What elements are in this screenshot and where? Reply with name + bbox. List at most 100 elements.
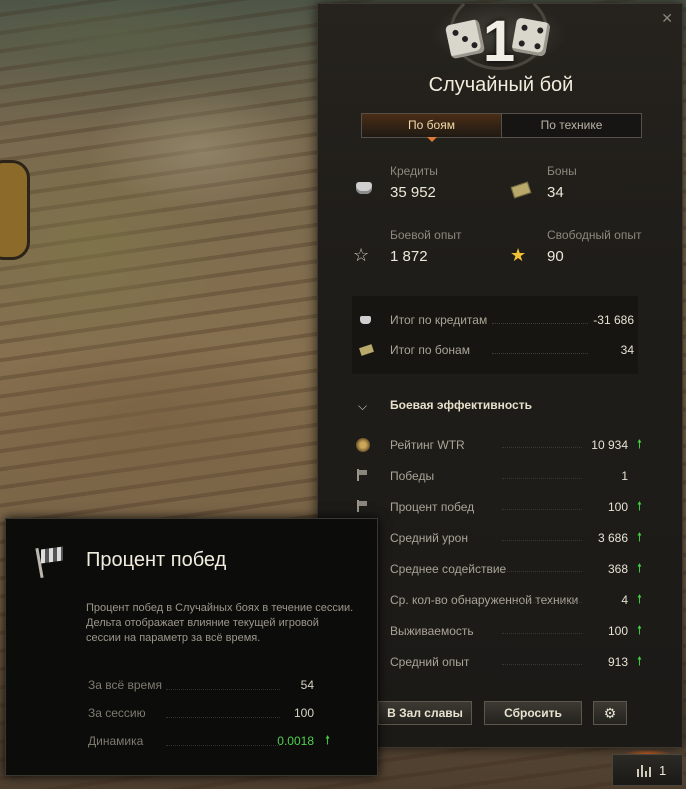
combat-xp-stat: Боевой опыт 1 872 xyxy=(390,228,461,265)
dotted-leader xyxy=(502,571,582,572)
arrow-up-icon: 🠕 xyxy=(636,623,642,637)
tooltip-row-value: 54 xyxy=(300,678,314,692)
free-xp-label: Свободный опыт xyxy=(547,228,642,242)
efficiency-row-label: Ср. кол-во обнаруженной техники xyxy=(390,593,579,607)
tooltip-row-session: За сессию 100 xyxy=(88,706,314,724)
tooltip-row-label: Динамика xyxy=(88,734,144,748)
bonds-label: Боны xyxy=(547,164,577,178)
free-xp-value: 90 xyxy=(547,248,564,265)
chevron-down-icon[interactable]: ⌵ xyxy=(358,399,367,414)
dotted-leader xyxy=(502,633,582,634)
arrow-up-icon: 🠕 xyxy=(636,499,642,513)
dotted-leader xyxy=(492,353,588,354)
tooltip-row-label: За всё время xyxy=(88,678,162,692)
efficiency-row[interactable]: Выживаемость 100 🠕 xyxy=(352,621,642,643)
bonds-icon xyxy=(359,344,374,356)
efficiency-row-value: 4 xyxy=(621,593,628,607)
wtr-rating-icon xyxy=(356,438,370,452)
efficiency-row-value: 913 xyxy=(607,655,628,669)
bonds-icon xyxy=(510,181,532,199)
combat-xp-label: Боевой опыт xyxy=(390,228,462,242)
total-bonds-row: Итог по бонам 34 xyxy=(352,343,638,363)
tooltip-row-value: 0.0018 xyxy=(277,734,314,748)
reset-button[interactable]: Сбросить xyxy=(484,701,582,725)
dotted-leader xyxy=(502,509,582,510)
tooltip-description: Процент побед в Случайных боях в течение… xyxy=(86,602,354,644)
efficiency-row-label: Победы xyxy=(390,469,435,483)
efficiency-row[interactable]: Ср. кол-во обнаруженной техники 4 🠕 xyxy=(352,590,642,612)
efficiency-row[interactable]: Средний опыт 913 🠕 xyxy=(352,652,642,674)
efficiency-row[interactable]: Победы 1 xyxy=(352,466,642,488)
efficiency-row-value: 10 934 xyxy=(591,438,628,452)
tooltip-row-label: За сессию xyxy=(88,706,146,720)
tab-by-battles[interactable]: По боям xyxy=(362,114,502,142)
tab-by-vehicles[interactable]: По технике xyxy=(502,114,641,137)
flag-icon xyxy=(356,469,370,483)
arrow-up-icon: 🠕 xyxy=(325,733,331,747)
arrow-up-icon: 🠕 xyxy=(636,530,642,544)
tooltip-row-all-time: За всё время 54 xyxy=(88,678,314,696)
battle-count: 1 xyxy=(482,9,516,74)
arrow-up-icon: 🠕 xyxy=(636,561,642,575)
button-glow xyxy=(612,742,683,754)
settings-button[interactable]: ⚙ xyxy=(593,701,627,725)
tooltip-row-value: 100 xyxy=(293,706,314,720)
dotted-leader xyxy=(502,447,582,448)
efficiency-section-title[interactable]: Боевая эффективность xyxy=(390,398,532,412)
bonds-stat: Боны 34 xyxy=(547,164,577,201)
star-filled-icon: ★ xyxy=(510,245,527,265)
arrow-up-icon: 🠕 xyxy=(636,437,642,451)
efficiency-row[interactable]: Среднее содействие 368 🠕 xyxy=(352,559,642,581)
combat-xp-value: 1 872 xyxy=(390,248,428,265)
gear-icon: ⚙ xyxy=(603,705,617,721)
efficiency-row-value: 100 xyxy=(607,500,628,514)
arrow-up-icon: 🠕 xyxy=(636,654,642,668)
total-bonds-label: Итог по бонам xyxy=(390,343,470,357)
efficiency-row-label: Средний урон xyxy=(390,531,468,545)
battle-count-badge: 1 xyxy=(659,763,667,778)
efficiency-row-value: 100 xyxy=(607,624,628,638)
total-credits-value: -31 686 xyxy=(593,313,634,327)
efficiency-row-label: Процент побед xyxy=(390,500,475,514)
total-bonds-value: 34 xyxy=(620,343,634,357)
bar-chart-icon xyxy=(637,765,651,777)
dotted-leader xyxy=(492,323,588,324)
star-outline-icon: ☆ xyxy=(353,245,370,265)
dotted-leader xyxy=(502,602,582,603)
credits-stat: Кредиты 35 952 xyxy=(390,164,438,201)
credits-icon xyxy=(356,182,372,194)
efficiency-row-value: 368 xyxy=(607,562,628,576)
session-stats-toggle-button[interactable]: 1 xyxy=(612,754,683,786)
close-icon[interactable]: ✕ xyxy=(661,11,673,25)
tooltip-title: Процент побед xyxy=(86,549,227,571)
totals-summary: Итог по кредитам -31 686 Итог по бонам 3… xyxy=(352,296,638,374)
efficiency-row[interactable]: Средний урон 3 686 🠕 xyxy=(352,528,642,550)
flag-icon xyxy=(32,546,66,580)
flag-icon xyxy=(356,500,370,514)
view-tabs: По боям По технике xyxy=(361,113,642,142)
credits-value: 35 952 xyxy=(390,184,436,201)
efficiency-row[interactable]: Рейтинг WTR 10 934 🠕 xyxy=(352,435,642,457)
dotted-leader xyxy=(166,689,280,690)
tooltip-row-dynamics: Динамика 0.0018 xyxy=(88,734,314,752)
efficiency-row-label: Средний опыт xyxy=(390,655,470,669)
dotted-leader xyxy=(502,540,582,541)
credits-label: Кредиты xyxy=(390,164,438,178)
win-rate-tooltip: Процент побед Процент побед в Случайных … xyxy=(5,518,378,776)
dotted-leader xyxy=(502,478,582,479)
panel-title: Случайный бой xyxy=(428,74,574,96)
hall-of-fame-button[interactable]: В Зал славы xyxy=(378,701,472,725)
tank-in-background xyxy=(0,160,30,260)
dotted-leader xyxy=(166,717,280,718)
efficiency-row-label: Среднее содействие xyxy=(390,562,507,576)
credits-icon xyxy=(360,316,371,324)
efficiency-row-label: Выживаемость xyxy=(390,624,474,638)
arrow-up-icon: 🠕 xyxy=(636,592,642,606)
efficiency-row[interactable]: Процент побед 100 🠕 xyxy=(352,497,642,519)
dotted-leader xyxy=(166,745,280,746)
total-credits-label: Итог по кредитам xyxy=(390,313,488,327)
dotted-leader xyxy=(502,664,582,665)
free-xp-stat: Свободный опыт 90 xyxy=(547,228,641,265)
random-battle-emblem: 1 xyxy=(408,0,590,76)
bonds-value: 34 xyxy=(547,184,564,201)
